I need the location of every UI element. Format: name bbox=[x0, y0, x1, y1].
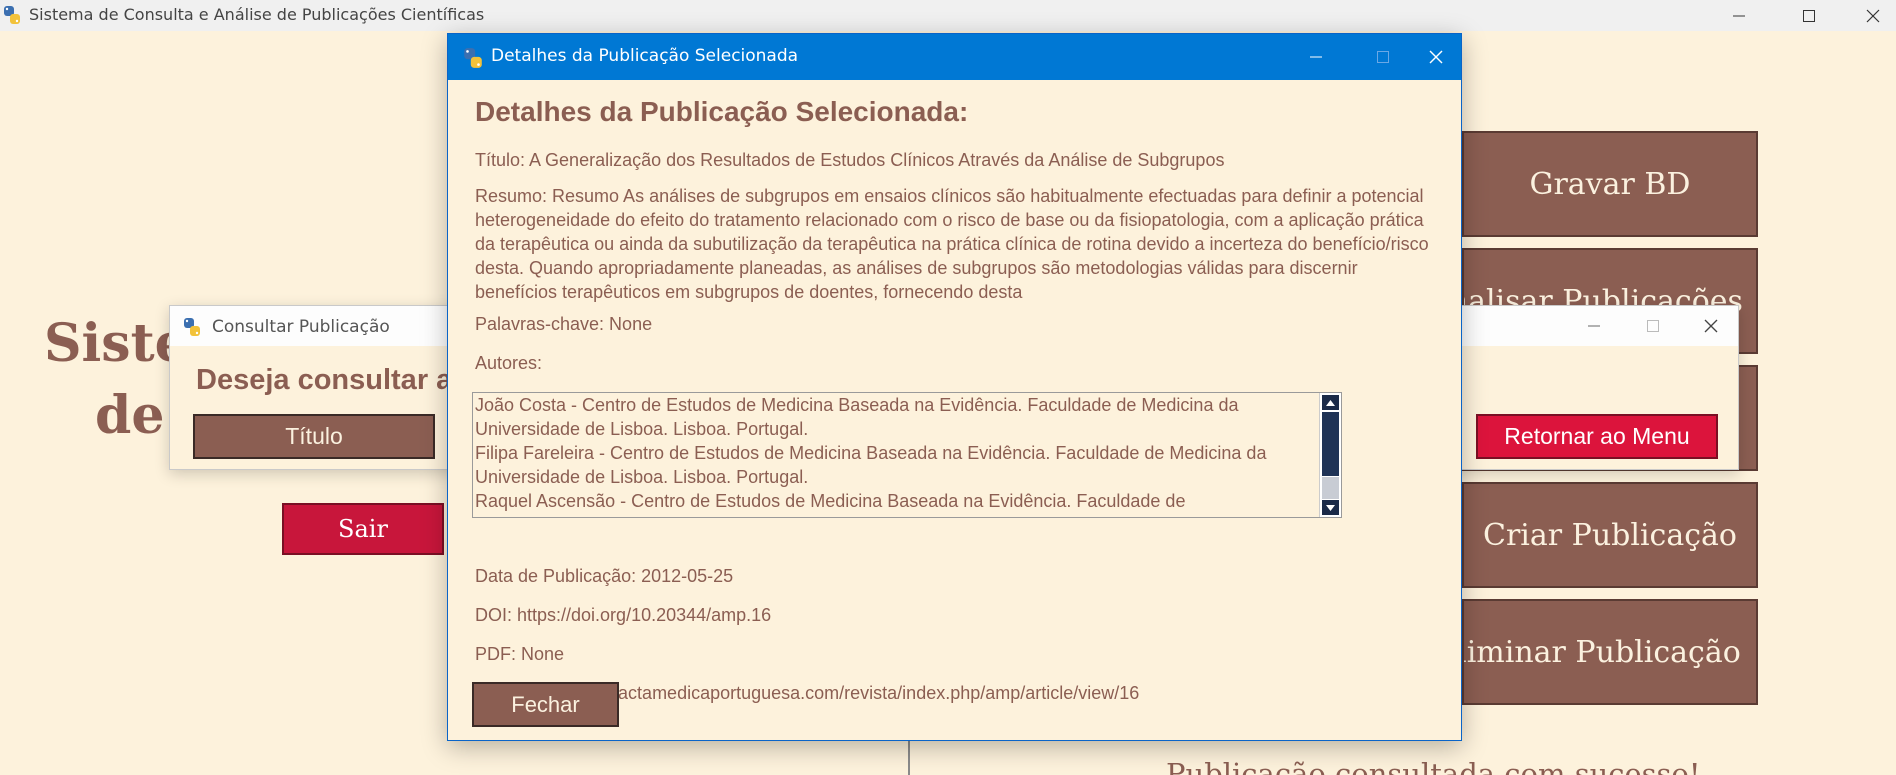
scroll-down-arrow-icon[interactable] bbox=[1322, 500, 1339, 515]
close-details-button[interactable]: Fechar bbox=[472, 682, 619, 727]
author-item[interactable]: Filipa Fareleira - Centro de Estudos de … bbox=[475, 441, 1317, 489]
details-maximize-button[interactable] bbox=[1355, 34, 1411, 80]
details-dialog-body: Detalhes da Publicação Selecionada: Títu… bbox=[448, 80, 1461, 740]
main-titlebar: Sistema de Consulta e Análise de Publica… bbox=[0, 0, 1896, 31]
details-close-button[interactable] bbox=[1408, 34, 1461, 80]
maximize-icon bbox=[1377, 51, 1389, 63]
save-db-button[interactable]: Gravar BD bbox=[1462, 131, 1758, 237]
main-minimize-button[interactable] bbox=[1710, 0, 1768, 31]
python-app-icon bbox=[2, 5, 22, 25]
publication-keywords: Palavras-chave: None bbox=[475, 314, 653, 334]
publication-date: Data de Publicação: 2012-05-25 bbox=[475, 566, 734, 586]
minimize-icon bbox=[1310, 56, 1322, 58]
consult-question: Deseja consultar a bbox=[196, 364, 453, 396]
author-item[interactable]: João Costa - Centro de Estudos de Medici… bbox=[475, 393, 1317, 441]
scrollbar-thumb[interactable] bbox=[1322, 412, 1339, 476]
delete-publication-button[interactable]: Eliminar Publicação bbox=[1462, 599, 1758, 705]
consult-by-title-label: Título bbox=[285, 423, 343, 449]
create-publication-label: Criar Publicação bbox=[1483, 517, 1737, 553]
details-dialog-titlebar: Detalhes da Publicação Selecionada bbox=[448, 34, 1461, 80]
authors-listbox[interactable]: João Costa - Centro de Estudos de Medici… bbox=[472, 392, 1342, 518]
consult-minimize-button[interactable] bbox=[1565, 310, 1623, 342]
close-icon bbox=[1429, 50, 1443, 64]
consult-close-button[interactable] bbox=[1682, 310, 1740, 342]
maximize-icon bbox=[1803, 9, 1815, 22]
return-to-menu-button[interactable]: Retornar ao Menu bbox=[1476, 414, 1718, 459]
exit-button[interactable]: Sair bbox=[282, 503, 444, 555]
consult-dialog-title: Consultar Publicação bbox=[212, 317, 390, 337]
close-icon bbox=[1704, 319, 1718, 333]
main-window-title: Sistema de Consulta e Análise de Publica… bbox=[29, 5, 485, 24]
main-maximize-button[interactable] bbox=[1780, 0, 1838, 31]
maximize-icon bbox=[1647, 320, 1659, 332]
author-item[interactable]: Raquel Ascensão - Centro de Estudos de M… bbox=[475, 489, 1317, 513]
publication-title: Título: A Generalização dos Resultados d… bbox=[475, 150, 1225, 170]
consult-maximize-button[interactable] bbox=[1624, 310, 1682, 342]
scrollbar-track[interactable] bbox=[1322, 477, 1339, 499]
app-heading-line2: de bbox=[95, 385, 165, 446]
close-details-label: Fechar bbox=[511, 691, 580, 717]
return-to-menu-label: Retornar ao Menu bbox=[1504, 423, 1690, 449]
create-publication-button[interactable]: Criar Publicação bbox=[1462, 482, 1758, 588]
scroll-up-arrow-icon[interactable] bbox=[1322, 395, 1339, 410]
details-dialog-title: Detalhes da Publicação Selecionada bbox=[491, 46, 799, 66]
publication-details-dialog: Detalhes da Publicação Selecionada Detal… bbox=[447, 33, 1462, 741]
authors-scrollbar[interactable] bbox=[1319, 393, 1341, 517]
publication-pdf: PDF: None bbox=[475, 644, 565, 664]
details-minimize-button[interactable] bbox=[1288, 34, 1344, 80]
details-heading: Detalhes da Publicação Selecionada: bbox=[475, 96, 969, 127]
python-app-icon bbox=[182, 317, 202, 337]
close-icon bbox=[1866, 9, 1880, 22]
authors-label: Autores: bbox=[475, 353, 543, 373]
exit-label: Sair bbox=[338, 515, 388, 543]
publication-doi: DOI: https://doi.org/10.20344/amp.16 bbox=[475, 605, 772, 625]
delete-publication-label: Eliminar Publicação bbox=[1462, 634, 1741, 670]
python-app-icon bbox=[462, 47, 484, 69]
app-heading-line1: Siste bbox=[44, 313, 188, 374]
publication-abstract: Resumo: Resumo As análises de subgrupos … bbox=[475, 186, 1429, 302]
consult-by-title-button[interactable]: Título bbox=[193, 414, 435, 459]
minimize-icon bbox=[1588, 325, 1600, 327]
save-db-label: Gravar BD bbox=[1529, 166, 1691, 202]
status-message: Publicação consultada com sucesso! bbox=[1166, 757, 1701, 775]
minimize-icon bbox=[1733, 15, 1745, 16]
main-close-button[interactable] bbox=[1850, 0, 1896, 31]
authors-list[interactable]: João Costa - Centro de Estudos de Medici… bbox=[475, 393, 1317, 517]
